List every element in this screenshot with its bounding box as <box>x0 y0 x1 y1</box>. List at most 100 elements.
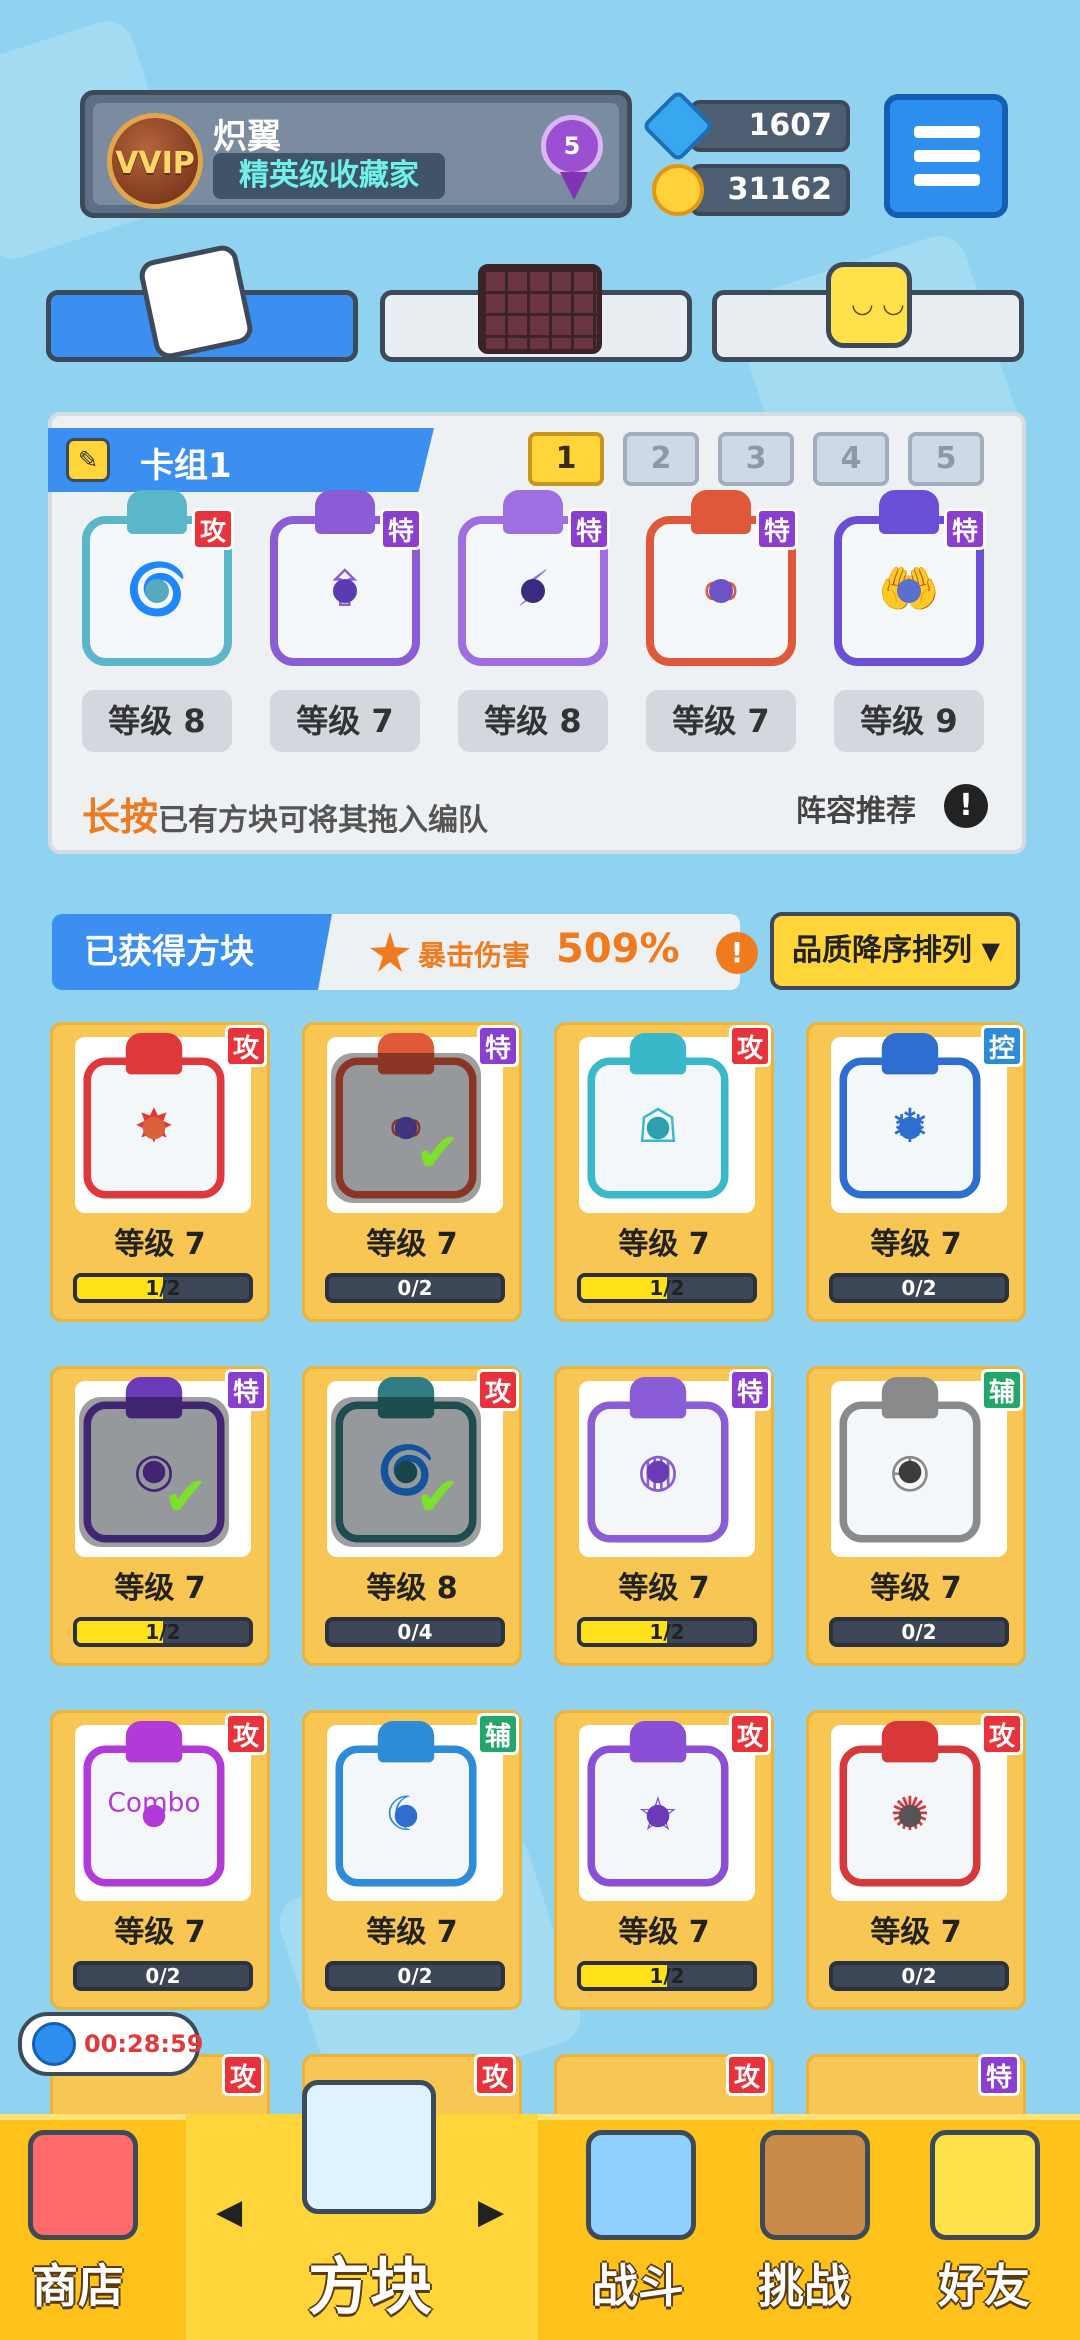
type-badge: 特 <box>756 508 798 550</box>
owned-block-card[interactable]: ◎✔特等级 71/2 <box>50 1366 270 1666</box>
deck-slot-3[interactable]: 3 <box>718 432 794 486</box>
type-badge: 控 <box>981 1025 1023 1067</box>
arrow-left-icon[interactable]: ◀ <box>216 2192 242 2232</box>
card-level: 等级 7 <box>366 1227 458 1262</box>
gem-counter[interactable]: 1607 <box>690 100 850 152</box>
nav-challenge-label[interactable]: 挑战 <box>758 2250 850 2316</box>
owned-block-card[interactable]: ◴辅等级 7 0/2 <box>806 1366 1026 1666</box>
type-badge: 攻 <box>192 508 234 550</box>
type-badge: 攻 <box>981 1713 1023 1755</box>
type-badge: 攻 <box>477 1369 519 1411</box>
pip-icon <box>142 1116 166 1140</box>
owned-block-card[interactable]: ☾辅等级 7 0/2 <box>302 1710 522 2010</box>
check-icon: ✔ <box>415 1465 461 1528</box>
shop-icon[interactable] <box>28 2130 138 2240</box>
block-card[interactable]: Combo <box>83 1721 225 1887</box>
type-badge: 攻 <box>225 1713 267 1755</box>
player-profile[interactable]: VVIP 炽翼 精英级收藏家 5 <box>80 90 632 218</box>
block-card[interactable]: ❄ <box>839 1033 981 1199</box>
block-card[interactable]: ✺ <box>839 1721 981 1887</box>
pip-icon <box>898 1116 922 1140</box>
progress-text: 1/2 <box>145 1276 181 1300</box>
owned-block-card[interactable]: ✸攻等级 7 1/2 <box>50 1022 270 1322</box>
deck-card-level: 等级 9 <box>834 690 984 752</box>
progress-text: 1/2 <box>649 1620 685 1644</box>
dragon-crown-icon <box>503 490 563 534</box>
deck-slot-4[interactable]: 4 <box>813 432 889 486</box>
owned-block-card[interactable]: ∞✔特等级 70/2 <box>302 1022 522 1322</box>
card-level: 等级 7 <box>366 1915 458 1950</box>
pip-icon <box>898 1804 922 1828</box>
pip-icon <box>521 579 545 603</box>
pip-icon <box>709 579 733 603</box>
block-card[interactable]: ☖ <box>587 1033 729 1199</box>
bottom-nav <box>0 2114 1080 2340</box>
owned-block-card[interactable]: ❄控等级 7 0/2 <box>806 1022 1026 1322</box>
progress-text: 0/2 <box>397 1964 433 1988</box>
info-icon[interactable]: ! <box>944 784 988 828</box>
owned-block-card[interactable]: Combo 攻等级 7 0/2 <box>50 1710 270 2010</box>
menu-line <box>914 126 980 138</box>
progress-text: 0/2 <box>901 1620 937 1644</box>
type-badge: 特 <box>568 508 610 550</box>
deck-slot-2[interactable]: 2 <box>623 432 699 486</box>
nav-friends-label[interactable]: 好友 <box>938 2250 1030 2316</box>
type-badge: 攻 <box>225 1025 267 1067</box>
owned-block-card[interactable]: ✺攻等级 7 0/2 <box>806 1710 1026 2010</box>
progress-text: 1/2 <box>649 1276 685 1300</box>
block-card[interactable]: ☆ <box>587 1721 729 1887</box>
deck-slot-1[interactable]: 1 <box>528 432 604 486</box>
sort-dropdown[interactable]: 品质降序排列 ▼ <box>770 912 1020 990</box>
block-card[interactable]: ◍ <box>587 1377 729 1543</box>
arrow-right-icon[interactable]: ▶ <box>478 2192 504 2232</box>
owned-block-card[interactable]: ☖攻等级 7 1/2 <box>554 1022 774 1322</box>
block-card[interactable]: ◴ <box>839 1377 981 1543</box>
deck-name: 卡组1 <box>140 446 232 486</box>
nav-battle-label[interactable]: 战斗 <box>592 2250 684 2316</box>
obtained-header: 已获得方块 暴击伤害 509% ! <box>52 914 758 990</box>
card-level: 等级 7 <box>870 1915 962 1950</box>
deck-slot-5[interactable]: 5 <box>908 432 984 486</box>
event-timer[interactable]: 00:28:59 <box>18 2012 203 2076</box>
coin-counter[interactable]: 31162 <box>690 164 850 216</box>
progress-text: 1/2 <box>649 1964 685 1988</box>
crit-label: 暴击伤害 <box>418 939 531 972</box>
menu-button[interactable] <box>884 94 1008 218</box>
dragon-crown-icon <box>377 1721 435 1763</box>
block-card[interactable]: ✸ <box>83 1033 225 1199</box>
nav-blocks-label[interactable]: 方块 <box>308 2236 432 2326</box>
owned-block-card[interactable]: ☆攻等级 7 1/2 <box>554 1710 774 2010</box>
drag-hint: 长按已有方块可将其拖入编队 <box>82 786 488 841</box>
check-icon: ✔ <box>415 1121 461 1184</box>
card-level: 等级 7 <box>114 1915 206 1950</box>
card-level: 等级 7 <box>618 1571 710 1606</box>
mystery-block-icon[interactable] <box>302 2080 436 2214</box>
progress-text: 1/2 <box>145 1620 181 1644</box>
card-level: 等级 7 <box>114 1227 206 1262</box>
pip-icon <box>646 1460 670 1484</box>
type-badge: 攻 <box>729 1025 771 1067</box>
dragon-crown-icon <box>691 490 751 534</box>
pencil-icon[interactable]: ✎ <box>66 438 110 482</box>
progress-text: 0/2 <box>397 1276 433 1300</box>
dragon-crown-icon <box>881 1033 939 1075</box>
challenge-icon[interactable] <box>760 2130 870 2240</box>
vip-label: VVIP <box>115 146 195 181</box>
stopwatch-icon <box>32 2022 76 2066</box>
nav-shop-label[interactable]: 商店 <box>32 2250 124 2316</box>
friends-icon[interactable] <box>930 2130 1040 2240</box>
pip-icon <box>333 579 357 603</box>
type-badge: 辅 <box>477 1713 519 1755</box>
lineup-recommend-button[interactable]: 阵容推荐 <box>796 786 916 830</box>
owned-block-card[interactable]: ◍特等级 7 1/2 <box>554 1366 774 1666</box>
dragon-crown-icon <box>629 1377 687 1419</box>
card-level: 等级 7 <box>618 1227 710 1262</box>
owned-block-card[interactable]: 🌀✔攻等级 80/4 <box>302 1366 522 1666</box>
battle-icon[interactable] <box>586 2130 696 2240</box>
progress-text: 0/2 <box>901 1276 937 1300</box>
rank-medal-icon[interactable]: 5 <box>541 115 603 200</box>
vip-badge-icon: VVIP <box>107 113 203 209</box>
type-badge: 攻 <box>729 1713 771 1755</box>
crit-info-icon[interactable]: ! <box>716 932 758 974</box>
block-card[interactable]: ☾ <box>335 1721 477 1887</box>
